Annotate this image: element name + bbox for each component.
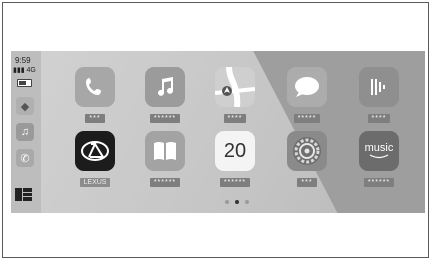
sidebar: 9:59 ▮▮▮ 4G ◆ ♫ ✆ (11, 51, 41, 213)
status-signal: ▮▮▮ 4G (13, 66, 36, 74)
app-amazon-music[interactable]: music ****** (349, 131, 409, 189)
app-settings[interactable]: *** (277, 131, 337, 189)
app-audio[interactable]: **** (349, 67, 409, 125)
phone-icon (75, 67, 115, 107)
sidebar-music-icon[interactable]: ♫ (16, 123, 34, 141)
page-indicator[interactable] (225, 200, 249, 204)
sidebar-maps-icon[interactable]: ◆ (16, 97, 34, 115)
messages-icon (287, 67, 327, 107)
calendar-icon: 20 (215, 131, 255, 171)
lexus-logo-icon (75, 131, 115, 171)
battery-icon (17, 79, 32, 87)
audio-app-icon (359, 67, 399, 107)
amazon-music-icon: music (359, 131, 399, 171)
page-dot-active[interactable] (235, 200, 239, 204)
status-time: 9:59 (15, 56, 31, 65)
network-label: 4G (26, 67, 36, 74)
app-label: *** (297, 178, 317, 187)
app-label: ****** (149, 114, 181, 123)
display-frame: 9:59 ▮▮▮ 4G ◆ ♫ ✆ *** ****** **** ***** … (2, 2, 429, 258)
app-label: ***** (293, 114, 321, 123)
app-label: **** (223, 114, 247, 123)
app-label: ****** (219, 178, 251, 187)
app-label: **** (367, 114, 391, 123)
app-lexus[interactable]: LEXUS (65, 131, 125, 189)
music-icon (145, 67, 185, 107)
app-label: ****** (363, 178, 395, 187)
app-calendar[interactable]: 20 ****** (205, 131, 265, 189)
signal-bars-icon: ▮▮▮ (13, 67, 25, 74)
carplay-screen: 9:59 ▮▮▮ 4G ◆ ♫ ✆ *** ****** **** ***** … (11, 51, 425, 213)
book-icon (145, 131, 185, 171)
sidebar-phone-icon[interactable]: ✆ (16, 149, 34, 167)
app-maps[interactable]: **** (205, 67, 265, 125)
app-label: *** (85, 114, 105, 123)
app-phone[interactable]: *** (65, 67, 125, 125)
dashboard-toggle-icon[interactable] (15, 188, 33, 201)
app-music[interactable]: ****** (135, 67, 195, 125)
page-dot[interactable] (225, 200, 229, 204)
maps-icon (215, 67, 255, 107)
amazon-music-wordmark: music (364, 142, 394, 154)
gear-icon (287, 131, 327, 171)
app-messages[interactable]: ***** (277, 67, 337, 125)
calendar-date: 20 (223, 139, 247, 162)
page-dot[interactable] (245, 200, 249, 204)
app-label: LEXUS (79, 178, 111, 187)
app-label: ****** (149, 178, 181, 187)
app-books[interactable]: ****** (135, 131, 195, 189)
